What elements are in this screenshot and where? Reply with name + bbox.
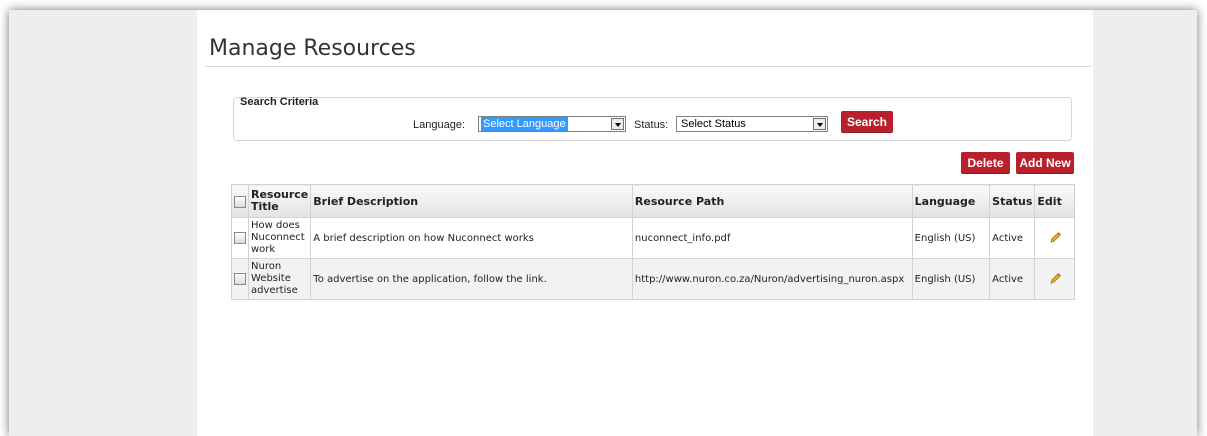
resources-table: Resource Title Brief Description Resourc… <box>231 184 1075 300</box>
select-all-checkbox[interactable] <box>234 195 246 208</box>
add-new-button[interactable]: Add New <box>1016 152 1074 174</box>
row-checkbox-cell <box>231 217 249 259</box>
delete-button[interactable]: Delete <box>961 152 1010 174</box>
col-edit: Edit <box>1034 184 1075 218</box>
status-select-value: Select Status <box>681 118 746 130</box>
language-label: Language: <box>413 119 465 131</box>
language-cell: English (US) <box>911 217 991 259</box>
language-select[interactable]: Select Language <box>478 116 626 132</box>
col-status[interactable]: Status <box>989 184 1036 218</box>
pencil-icon[interactable] <box>1048 272 1062 286</box>
table-row: Nuron Website advertise To advertise on … <box>231 258 1075 300</box>
description-cell: To advertise on the application, follow … <box>310 258 633 300</box>
chevron-down-icon[interactable] <box>611 118 624 130</box>
path-cell: nuconnect_info.pdf <box>631 217 913 259</box>
page-title: Manage Resources <box>209 36 416 61</box>
path-cell: http://www.nuron.co.za/Nuron/advertising… <box>631 258 913 300</box>
chevron-down-icon[interactable] <box>813 118 826 130</box>
status-cell: Active <box>989 217 1036 259</box>
row-checkbox[interactable] <box>234 232 246 244</box>
select-all-cell <box>231 184 249 218</box>
description-cell: A brief description on how Nuconnect wor… <box>310 217 633 259</box>
edit-cell <box>1034 217 1075 259</box>
col-resource-path[interactable]: Resource Path <box>631 184 913 218</box>
col-language[interactable]: Language <box>911 184 991 218</box>
search-criteria-legend: Search Criteria <box>240 96 319 108</box>
title-divider <box>205 66 1091 67</box>
resource-title-cell: How does Nuconnect work <box>247 217 312 259</box>
table-header-row: Resource Title Brief Description Resourc… <box>231 184 1075 218</box>
table-row: How does Nuconnect work A brief descript… <box>231 217 1075 259</box>
col-resource-title[interactable]: Resource Title <box>247 184 312 218</box>
col-brief-description[interactable]: Brief Description <box>310 184 633 218</box>
search-button[interactable]: Search <box>841 111 893 133</box>
pencil-icon[interactable] <box>1048 231 1062 245</box>
status-cell: Active <box>989 258 1036 300</box>
status-label: Status: <box>634 119 669 131</box>
search-criteria-panel: Search Criteria Language: Select Languag… <box>233 96 1072 141</box>
resource-title-cell: Nuron Website advertise <box>247 258 312 300</box>
language-cell: English (US) <box>911 258 991 300</box>
row-checkbox[interactable] <box>234 273 246 285</box>
edit-cell <box>1034 258 1075 300</box>
language-select-value: Select Language <box>481 117 568 131</box>
main-content: Manage Resources Search Criteria Languag… <box>197 10 1093 436</box>
row-checkbox-cell <box>231 258 249 300</box>
status-select[interactable]: Select Status <box>676 116 828 132</box>
app-frame: Manage Resources Search Criteria Languag… <box>9 10 1197 436</box>
